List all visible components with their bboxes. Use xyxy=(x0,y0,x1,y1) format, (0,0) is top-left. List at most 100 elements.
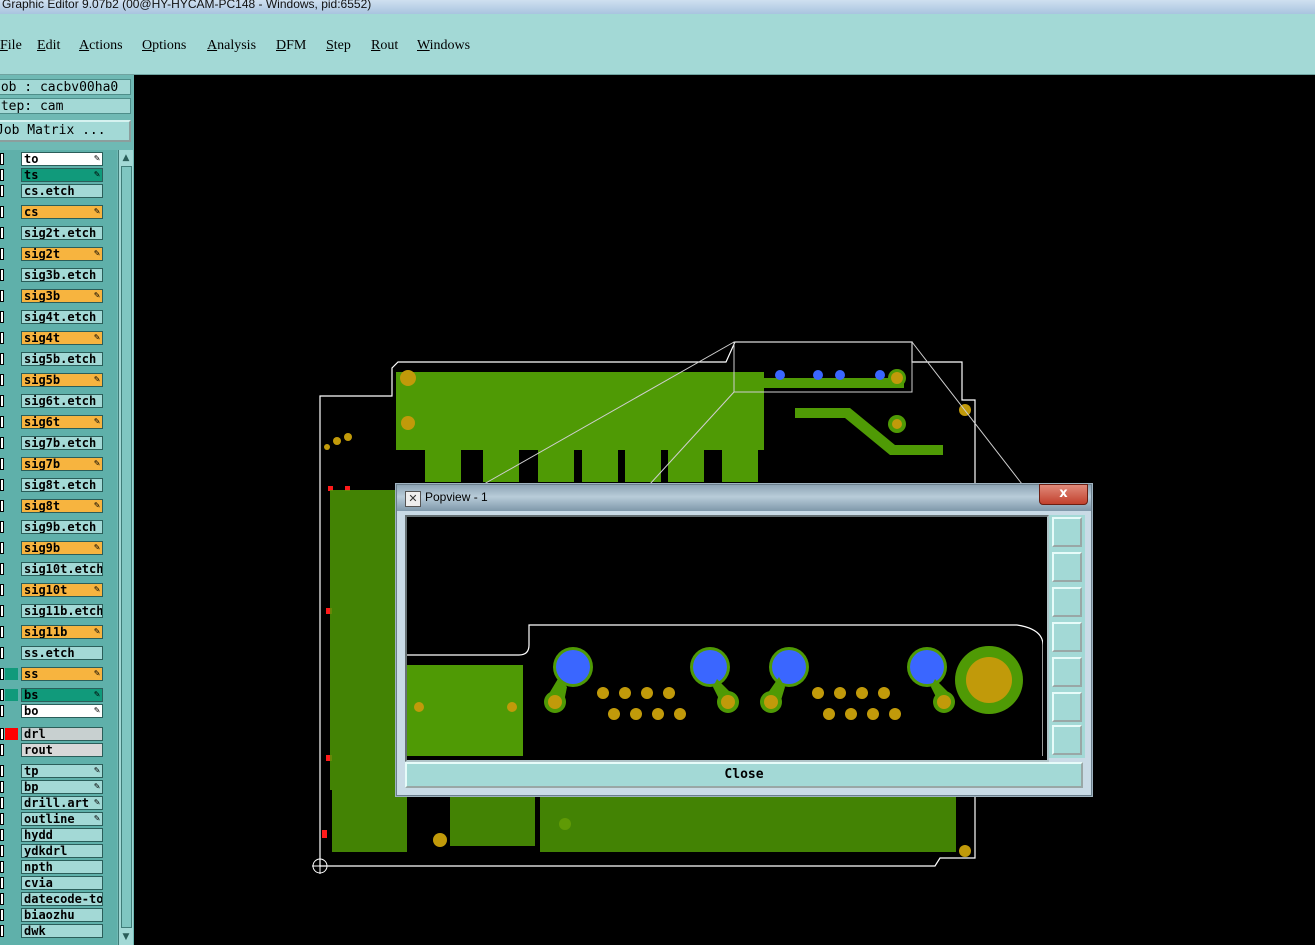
layer-color-swatch[interactable] xyxy=(5,797,18,809)
layer-checkbox[interactable] xyxy=(0,437,4,449)
layer-row[interactable]: sig5b.etch xyxy=(0,352,117,367)
layer-checkbox[interactable] xyxy=(0,521,4,533)
layer-checkbox[interactable] xyxy=(0,925,4,937)
layer-checkbox[interactable] xyxy=(0,877,4,889)
layer-row[interactable]: sig7b ✎ xyxy=(0,457,117,472)
layer-name[interactable]: sig11b.etch xyxy=(21,604,103,618)
layer-checkbox[interactable] xyxy=(0,781,4,793)
layer-name[interactable]: sig11b ✎ xyxy=(21,625,103,639)
layer-row[interactable]: drl xyxy=(0,727,117,742)
layer-name[interactable]: ss ✎ xyxy=(21,667,103,681)
layer-row[interactable]: cvia xyxy=(0,876,117,891)
menu-windows[interactable]: Windows xyxy=(417,38,470,54)
pan-left-icon[interactable] xyxy=(1052,622,1082,652)
layer-checkbox[interactable] xyxy=(0,728,4,740)
layer-color-swatch[interactable] xyxy=(5,626,18,638)
menu-step[interactable]: Step xyxy=(326,38,351,54)
layer-name[interactable]: sig4t ✎ xyxy=(21,331,103,345)
layer-name[interactable]: rout xyxy=(21,743,103,757)
layer-checkbox[interactable] xyxy=(0,153,4,165)
close-icon[interactable]: x xyxy=(1039,484,1088,505)
menu-analysis[interactable]: Analysis xyxy=(207,38,256,54)
scroll-thumb[interactable] xyxy=(121,166,132,928)
layer-name[interactable]: sig10t ✎ xyxy=(21,583,103,597)
popview-viewport[interactable] xyxy=(405,515,1049,762)
layer-checkbox[interactable] xyxy=(0,626,4,638)
layer-name[interactable]: sig9b.etch xyxy=(21,520,103,534)
layer-name[interactable]: drill.art ✎ xyxy=(21,796,103,810)
layer-color-swatch[interactable] xyxy=(5,925,18,937)
layer-checkbox[interactable] xyxy=(0,311,4,323)
layer-color-swatch[interactable] xyxy=(5,647,18,659)
layer-color-swatch[interactable] xyxy=(5,893,18,905)
layer-color-swatch[interactable] xyxy=(5,781,18,793)
layer-name[interactable]: sig2t.etch xyxy=(21,226,103,240)
layer-color-swatch[interactable] xyxy=(5,458,18,470)
zoom-fit-icon[interactable] xyxy=(1052,692,1082,722)
layer-color-swatch[interactable] xyxy=(5,605,18,617)
layer-row[interactable]: sig9b.etch xyxy=(0,520,117,535)
layer-color-swatch[interactable] xyxy=(5,877,18,889)
layer-row[interactable]: sig5b ✎ xyxy=(0,373,117,388)
layer-row[interactable]: sig3b.etch xyxy=(0,268,117,283)
layer-row[interactable]: sig4t.etch xyxy=(0,310,117,325)
layer-name[interactable]: ts ✎ xyxy=(21,168,103,182)
layer-scrollbar[interactable]: ▲ ▼ xyxy=(118,150,133,945)
layer-color-swatch[interactable] xyxy=(5,668,18,680)
layer-name[interactable]: bo ✎ xyxy=(21,704,103,718)
popview-zoom-graphic[interactable] xyxy=(407,517,1044,756)
layer-name[interactable]: bs ✎ xyxy=(21,688,103,702)
layer-name[interactable]: hydd xyxy=(21,828,103,842)
layer-checkbox[interactable] xyxy=(0,374,4,386)
layer-row[interactable]: sig9b ✎ xyxy=(0,541,117,556)
layer-name[interactable]: drl xyxy=(21,727,103,741)
layer-name[interactable]: ydkdrl xyxy=(21,844,103,858)
layer-color-swatch[interactable] xyxy=(5,290,18,302)
pan-right-icon[interactable] xyxy=(1052,657,1082,687)
layer-row[interactable]: sig6t.etch xyxy=(0,394,117,409)
layer-checkbox[interactable] xyxy=(0,797,4,809)
layer-color-swatch[interactable] xyxy=(5,845,18,857)
layer-checkbox[interactable] xyxy=(0,500,4,512)
layer-name[interactable]: sig10t.etch xyxy=(21,562,103,576)
zoom-window-icon[interactable] xyxy=(1052,517,1082,547)
layer-color-swatch[interactable] xyxy=(5,584,18,596)
layer-color-swatch[interactable] xyxy=(5,206,18,218)
layer-color-swatch[interactable] xyxy=(5,563,18,575)
layer-row[interactable]: bo ✎ xyxy=(0,704,117,719)
layer-row[interactable]: npth xyxy=(0,860,117,875)
layer-color-swatch[interactable] xyxy=(5,829,18,841)
layer-row[interactable]: cs.etch xyxy=(0,184,117,199)
zoom-vertical-icon[interactable] xyxy=(1052,725,1082,755)
layer-color-swatch[interactable] xyxy=(5,395,18,407)
layer-checkbox[interactable] xyxy=(0,765,4,777)
layer-row[interactable]: bp ✎ xyxy=(0,780,117,795)
popview-titlebar[interactable]: ✕ Popview - 1 x xyxy=(397,484,1091,511)
layer-name[interactable]: sig7b.etch xyxy=(21,436,103,450)
layer-color-swatch[interactable] xyxy=(5,479,18,491)
layer-checkbox[interactable] xyxy=(0,647,4,659)
layer-color-swatch[interactable] xyxy=(5,248,18,260)
layer-color-swatch[interactable] xyxy=(5,861,18,873)
layer-row[interactable]: datecode-to xyxy=(0,892,117,907)
close-button[interactable]: Close xyxy=(405,762,1083,788)
layer-row[interactable]: sig8t.etch xyxy=(0,478,117,493)
menu-dfm[interactable]: DFM xyxy=(276,38,306,54)
layer-name[interactable]: cs.etch xyxy=(21,184,103,198)
layer-name[interactable]: sig2t ✎ xyxy=(21,247,103,261)
layer-color-swatch[interactable] xyxy=(5,353,18,365)
layer-name[interactable]: biaozhu xyxy=(21,908,103,922)
layer-name[interactable]: sig6t ✎ xyxy=(21,415,103,429)
layer-name[interactable]: sig4t.etch xyxy=(21,310,103,324)
layer-name[interactable]: datecode-to xyxy=(21,892,103,906)
layer-row[interactable]: sig4t ✎ xyxy=(0,331,117,346)
layer-name[interactable]: dwk xyxy=(21,924,103,938)
layer-name[interactable]: sig9b ✎ xyxy=(21,541,103,555)
layer-row[interactable]: sig3b ✎ xyxy=(0,289,117,304)
layer-name[interactable]: sig8t.etch xyxy=(21,478,103,492)
scroll-up-icon[interactable]: ▲ xyxy=(120,152,132,164)
menu-options[interactable]: Options xyxy=(142,38,186,54)
layer-name[interactable]: sig3b ✎ xyxy=(21,289,103,303)
layer-row[interactable]: sig11b.etch xyxy=(0,604,117,619)
layer-row[interactable]: sig8t ✎ xyxy=(0,499,117,514)
